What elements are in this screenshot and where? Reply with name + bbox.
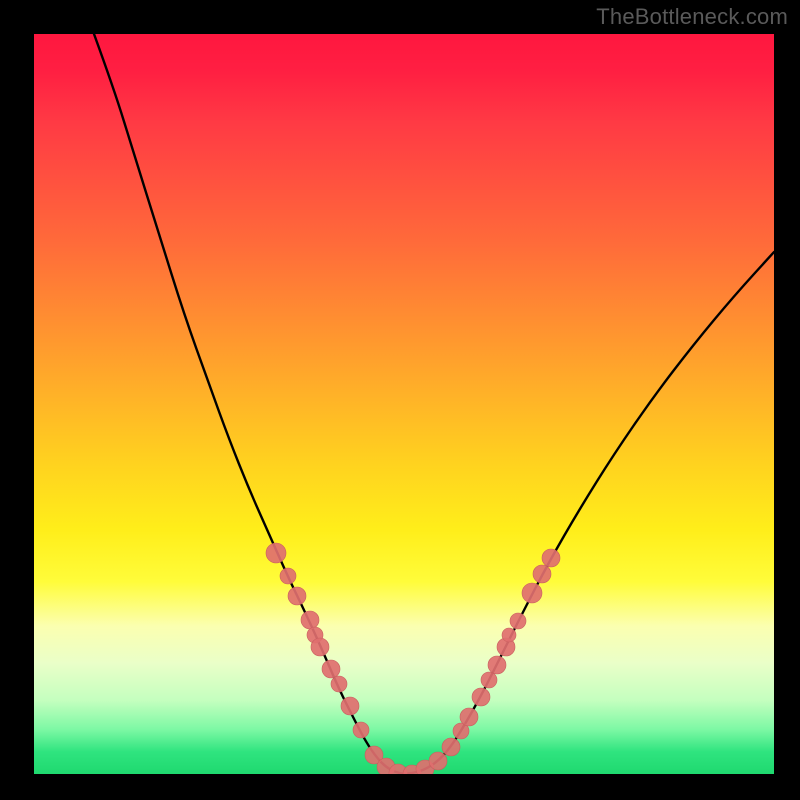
curve-right-branch [404, 252, 774, 774]
marker-bottom-6 [442, 738, 460, 756]
chart-stage: TheBottleneck.com [0, 0, 800, 800]
curve-layer [34, 34, 774, 774]
marker-bottom-5 [429, 752, 447, 770]
marker-right-1 [460, 708, 478, 726]
curve-left-branch [94, 34, 404, 774]
marker-left-7 [331, 676, 347, 692]
marker-right-8 [522, 583, 542, 603]
curve-paths [94, 34, 774, 774]
marker-right-6 [502, 628, 516, 642]
marker-right-3 [481, 672, 497, 688]
marker-right-4 [488, 656, 506, 674]
marker-left-2 [288, 587, 306, 605]
marker-left-3 [301, 611, 319, 629]
curve-markers [266, 543, 560, 774]
marker-right-10 [542, 549, 560, 567]
marker-left-6 [322, 660, 340, 678]
marker-left-8 [341, 697, 359, 715]
marker-right-2 [472, 688, 490, 706]
marker-left-0 [266, 543, 286, 563]
marker-left-5 [311, 638, 329, 656]
watermark-text: TheBottleneck.com [596, 4, 788, 30]
marker-right-9 [533, 565, 551, 583]
marker-right-7 [510, 613, 526, 629]
marker-left-1 [280, 568, 296, 584]
marker-left-9 [353, 722, 369, 738]
plot-area [34, 34, 774, 774]
